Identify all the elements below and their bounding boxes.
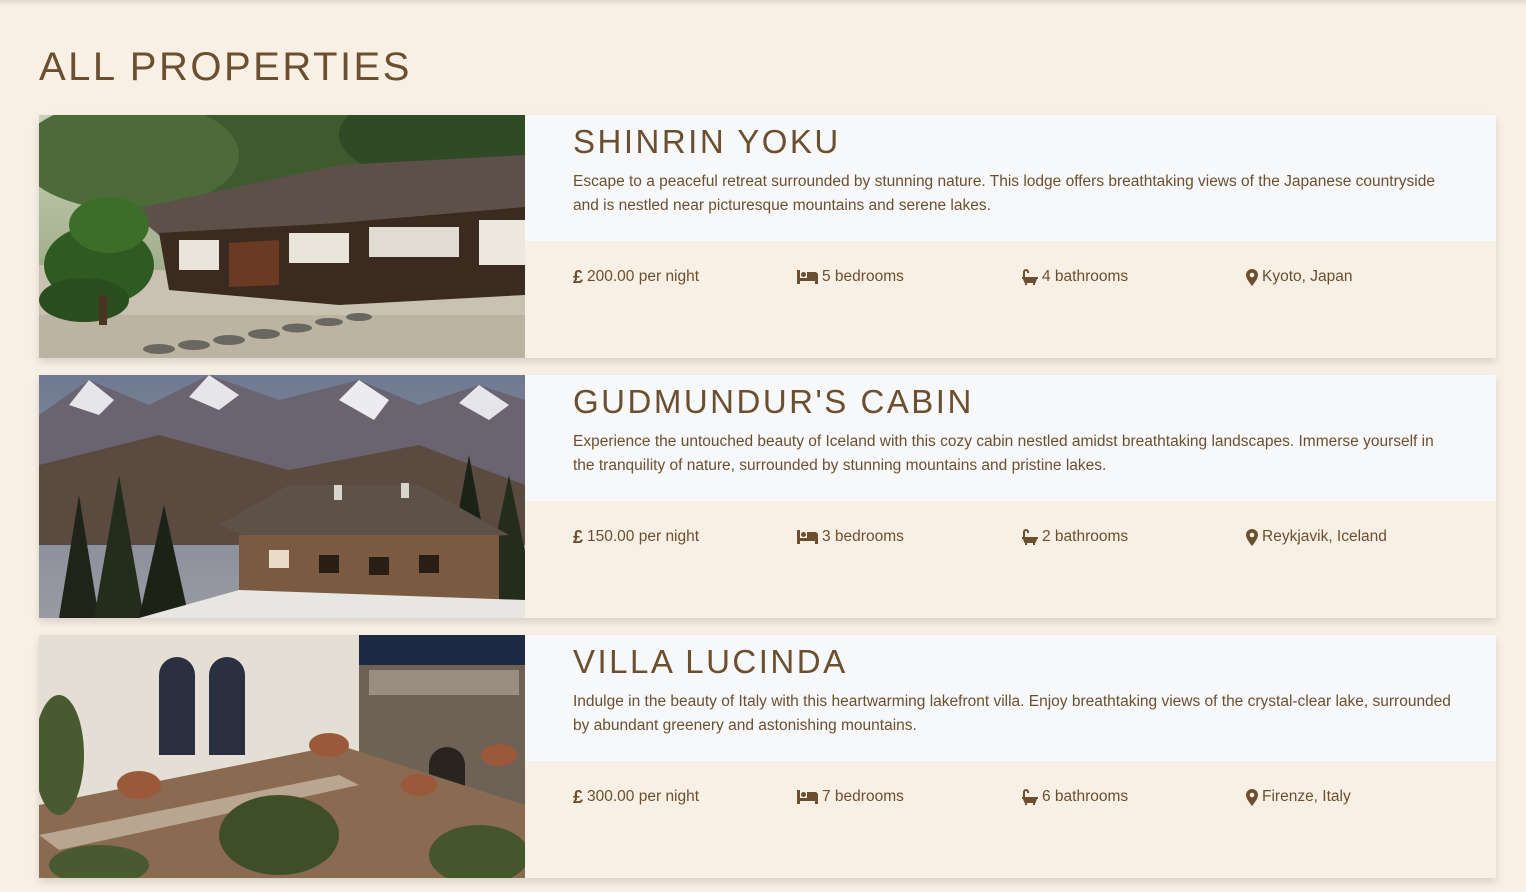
property-image[interactable] — [39, 115, 525, 358]
location: Reykjavik, Iceland — [1246, 527, 1387, 547]
bath-icon — [1022, 789, 1038, 805]
price-text: 200.00 per night — [587, 268, 700, 285]
bathrooms: 4 bathrooms — [1022, 267, 1128, 287]
property-stats: £ 150.00 per night 3 bedrooms 2 bathroom… — [525, 501, 1496, 618]
price-per-night: £ 150.00 per night — [573, 527, 699, 547]
property-info: GUDMUNDUR'S CABIN Experience the untouch… — [525, 375, 1496, 501]
pound-icon: £ — [573, 527, 584, 547]
property-image[interactable] — [39, 375, 525, 618]
bathrooms: 2 bathrooms — [1022, 527, 1128, 547]
location: Kyoto, Japan — [1246, 267, 1352, 287]
price-text: 150.00 per night — [587, 528, 700, 545]
location-text: Reykjavik, Iceland — [1262, 528, 1387, 545]
price-per-night: £ 300.00 per night — [573, 787, 699, 807]
location: Firenze, Italy — [1246, 787, 1351, 807]
page-title: ALL PROPERTIES — [39, 45, 412, 89]
property-stats: £ 300.00 per night 7 bedrooms 6 bathroom… — [525, 761, 1496, 878]
pound-icon: £ — [573, 787, 584, 807]
location-text: Kyoto, Japan — [1262, 268, 1353, 285]
bed-icon — [797, 270, 818, 284]
bedrooms: 3 bedrooms — [797, 527, 904, 547]
bedrooms: 5 bedrooms — [797, 267, 904, 287]
location-text: Firenze, Italy — [1262, 788, 1351, 805]
map-marker-icon — [1246, 788, 1258, 806]
property-description: Escape to a peaceful retreat surrounded … — [573, 173, 1435, 214]
header-shadow — [0, 0, 1526, 6]
property-title[interactable]: SHINRIN YOKU — [573, 121, 841, 163]
bath-icon — [1022, 269, 1038, 285]
property-description: Indulge in the beauty of Italy with this… — [573, 693, 1451, 734]
property-title[interactable]: VILLA LUCINDA — [573, 641, 848, 683]
bathrooms-text: 4 bathrooms — [1042, 268, 1129, 285]
bath-icon — [1022, 529, 1038, 545]
bedrooms-text: 7 bedrooms — [822, 788, 904, 805]
property-card-villa-lucinda[interactable]: VILLA LUCINDA Indulge in the beauty of I… — [39, 635, 1496, 878]
property-description: Experience the untouched beauty of Icela… — [573, 433, 1434, 474]
pound-icon: £ — [573, 267, 584, 287]
map-marker-icon — [1246, 268, 1258, 286]
bathrooms-text: 6 bathrooms — [1042, 788, 1129, 805]
property-image[interactable] — [39, 635, 525, 878]
property-info: VILLA LUCINDA Indulge in the beauty of I… — [525, 635, 1496, 761]
bathrooms: 6 bathrooms — [1022, 787, 1128, 807]
property-card-shinrin-yoku[interactable]: SHINRIN YOKU Escape to a peaceful retrea… — [39, 115, 1496, 358]
property-title[interactable]: GUDMUNDUR'S CABIN — [573, 381, 974, 423]
bed-icon — [797, 790, 818, 804]
property-info: SHINRIN YOKU Escape to a peaceful retrea… — [525, 115, 1496, 241]
price-text: 300.00 per night — [587, 788, 700, 805]
bed-icon — [797, 530, 818, 544]
map-marker-icon — [1246, 528, 1258, 546]
bedrooms: 7 bedrooms — [797, 787, 904, 807]
property-stats: £ 200.00 per night 5 bedrooms 4 bathroom… — [525, 241, 1496, 358]
property-card-gudmundurs-cabin[interactable]: GUDMUNDUR'S CABIN Experience the untouch… — [39, 375, 1496, 618]
bedrooms-text: 5 bedrooms — [822, 268, 904, 285]
price-per-night: £ 200.00 per night — [573, 267, 699, 287]
bathrooms-text: 2 bathrooms — [1042, 528, 1129, 545]
bedrooms-text: 3 bedrooms — [822, 528, 904, 545]
